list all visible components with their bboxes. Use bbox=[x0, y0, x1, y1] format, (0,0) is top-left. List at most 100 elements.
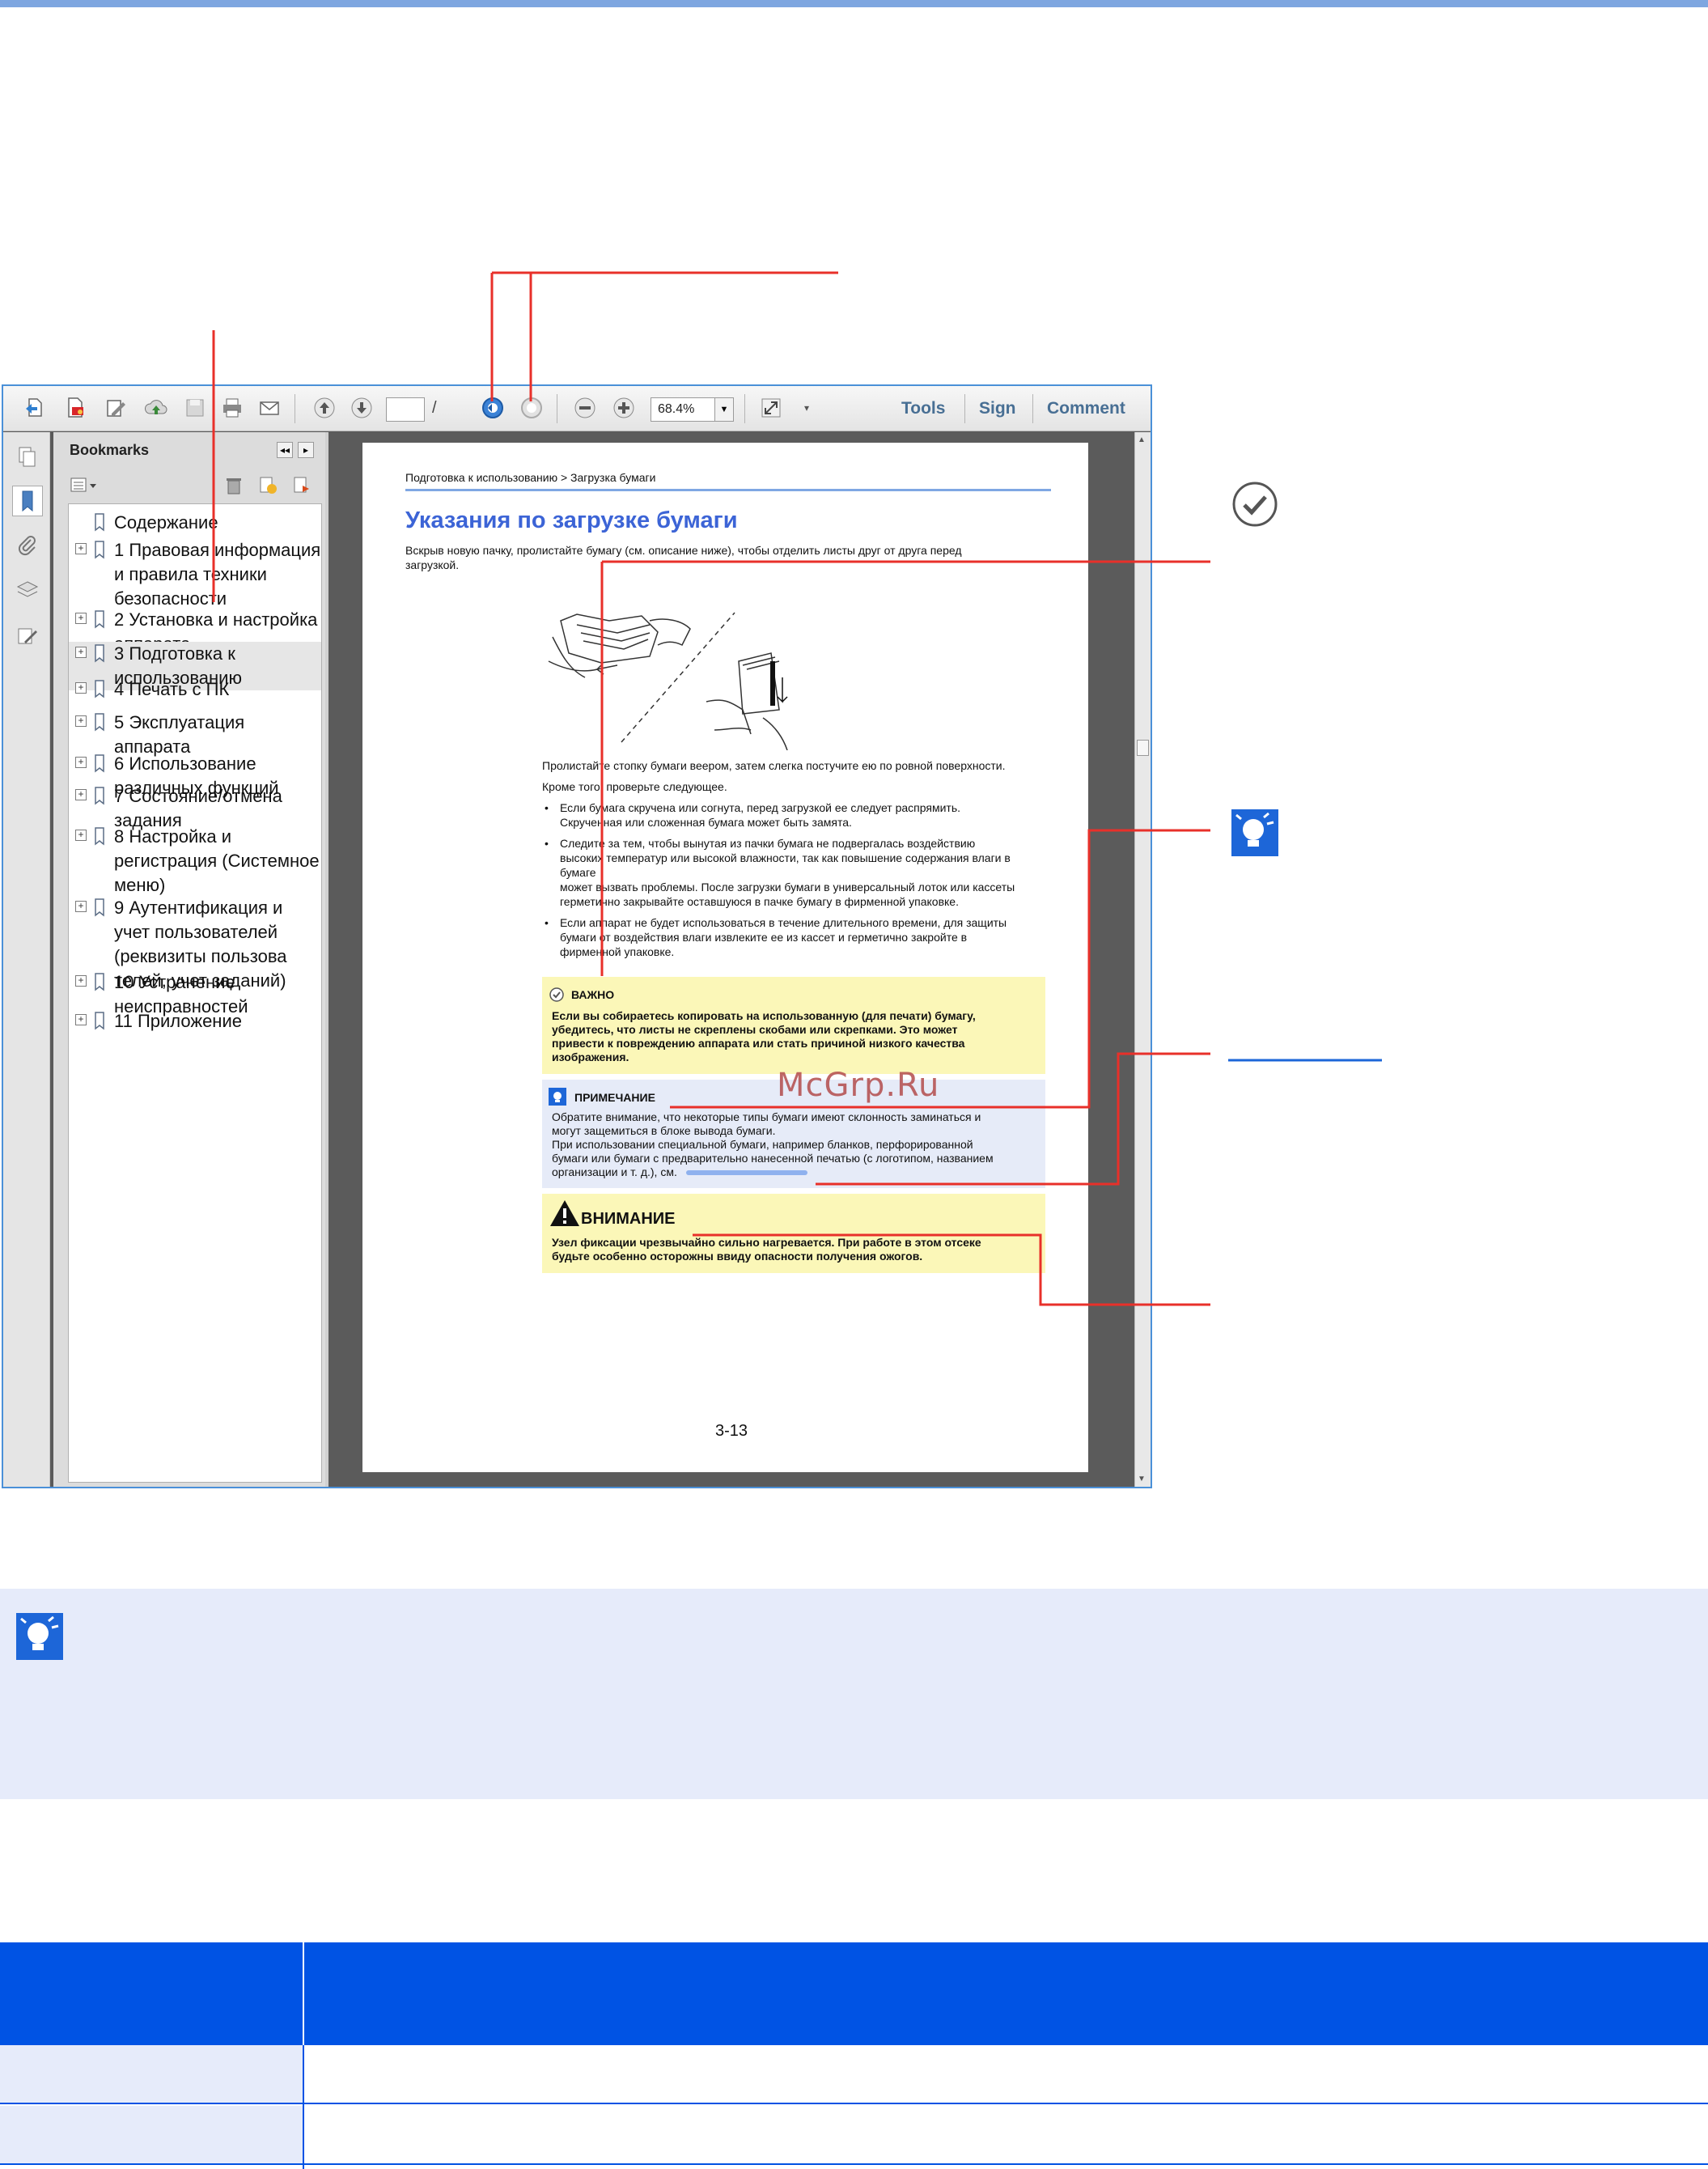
bookmark-item[interactable]: +11 Приложение bbox=[69, 1009, 321, 1034]
page-thumbnails-icon[interactable] bbox=[12, 442, 43, 473]
upload-icon[interactable] bbox=[142, 394, 170, 422]
toolbar-separator bbox=[744, 394, 745, 423]
important-line: Если вы собираетесь копировать на исполь… bbox=[552, 1009, 976, 1022]
expand-toggle-icon[interactable]: + bbox=[75, 682, 87, 694]
bullet-icon: • bbox=[545, 801, 549, 814]
expand-toggle-icon[interactable]: + bbox=[75, 715, 87, 727]
bookmark-icon bbox=[95, 680, 104, 698]
next-page-icon[interactable] bbox=[348, 394, 375, 422]
bookmark-label: 1 Правовая информация и правила техники … bbox=[114, 540, 321, 609]
bookmark-label: 11 Приложение bbox=[114, 1011, 242, 1031]
expand-toggle-icon[interactable]: + bbox=[75, 789, 87, 800]
new-bookmark-icon[interactable] bbox=[257, 474, 278, 499]
bookmark-icon bbox=[95, 513, 104, 532]
paper-fanning-illustration bbox=[548, 612, 788, 750]
bookmark-icon bbox=[95, 973, 104, 991]
save-icon[interactable] bbox=[181, 394, 209, 422]
check-circle-icon bbox=[1232, 482, 1278, 527]
expand-toggle-icon[interactable]: + bbox=[75, 613, 87, 624]
icon-description-table bbox=[0, 1942, 1708, 2169]
print-icon[interactable] bbox=[218, 394, 246, 422]
pdf-icon[interactable] bbox=[61, 394, 89, 422]
bullet-icon: • bbox=[545, 916, 549, 929]
zoom-level-input[interactable]: 68.4% bbox=[651, 397, 715, 422]
bookmark-item[interactable]: Содержание bbox=[69, 511, 321, 535]
bookmark-icon bbox=[95, 541, 104, 559]
bookmark-item[interactable]: +4 Печать с ПК bbox=[69, 677, 321, 702]
bullet-line: может вызвать проблемы. После загрузки б… bbox=[560, 881, 1015, 893]
bullet-line: высоких температур или высокой влажности… bbox=[560, 851, 1011, 864]
edit-icon[interactable] bbox=[102, 394, 129, 422]
expand-toggle-icon[interactable]: + bbox=[75, 757, 87, 768]
back-view-icon[interactable] bbox=[479, 394, 506, 422]
bookmark-icon bbox=[95, 1012, 104, 1030]
zoom-dropdown-button[interactable]: ▼ bbox=[714, 397, 734, 422]
table-row-label-cell bbox=[0, 2045, 303, 2104]
signatures-icon[interactable] bbox=[12, 620, 43, 651]
expand-toggle-icon[interactable]: + bbox=[75, 647, 87, 658]
attachments-icon[interactable] bbox=[12, 531, 43, 562]
expand-toggle-icon[interactable]: + bbox=[75, 830, 87, 841]
bookmark-icon bbox=[95, 898, 104, 917]
bookmark-icon bbox=[95, 787, 104, 805]
scroll-up-icon[interactable]: ▲ bbox=[1138, 435, 1146, 444]
important-title: ВАЖНО bbox=[571, 988, 615, 1001]
layers-icon[interactable] bbox=[12, 575, 43, 605]
check-circle-icon bbox=[549, 987, 564, 1002]
expand-bookmark-icon[interactable] bbox=[291, 474, 312, 499]
bookmark-item[interactable]: +8 Настройка и регистрация (Системное ме… bbox=[69, 825, 321, 898]
bookmarks-panel: Bookmarks ◂◂ ▸ Содержание +1 Правовая инф… bbox=[53, 432, 325, 1487]
comment-button[interactable]: Comment bbox=[1047, 399, 1125, 418]
note-line: бумаги или бумаги с предварительно нанес… bbox=[552, 1152, 994, 1165]
table-row-value-cell bbox=[304, 2106, 1708, 2165]
expand-toggle-icon[interactable]: + bbox=[75, 1014, 87, 1025]
vertical-scrollbar[interactable]: ▲ ▼ bbox=[1134, 432, 1151, 1487]
table-header-cell bbox=[304, 1942, 1708, 2045]
expand-toggle-icon[interactable]: + bbox=[75, 901, 87, 912]
more-tools-dropdown[interactable]: ▾ bbox=[793, 394, 820, 422]
forward-view-icon[interactable] bbox=[518, 394, 545, 422]
bookmarks-panel-icon[interactable] bbox=[12, 486, 43, 516]
zoom-in-icon[interactable] bbox=[610, 394, 638, 422]
delete-bookmark-icon[interactable] bbox=[223, 474, 244, 499]
bullet-line: бумаги от воздействия влаги извлеките ее… bbox=[560, 931, 968, 944]
bullet-line: бумаге bbox=[560, 866, 596, 879]
document-rule bbox=[405, 489, 1051, 491]
important-line: убедитесь, что листы не скреплены скобам… bbox=[552, 1023, 958, 1036]
toolbar-separator bbox=[1032, 394, 1033, 423]
zoom-out-icon[interactable] bbox=[571, 394, 599, 422]
email-icon[interactable] bbox=[256, 394, 283, 422]
toolbar: / 68.4% ▼ ▾ Tools Sign Comment bbox=[3, 386, 1151, 431]
expand-toggle-icon[interactable]: + bbox=[75, 543, 87, 554]
prev-page-icon[interactable] bbox=[311, 394, 338, 422]
open-icon[interactable] bbox=[21, 394, 49, 422]
bookmark-label: 8 Настройка и регистрация (Системное мен… bbox=[114, 826, 320, 895]
fan-instruction: Пролистайте стопку бумаги веером, затем … bbox=[542, 759, 1006, 772]
expand-toggle-icon[interactable]: + bbox=[75, 975, 87, 987]
expand-panel-icon[interactable]: ▸ bbox=[298, 442, 314, 458]
sign-button[interactable]: Sign bbox=[979, 399, 1016, 418]
lightbulb-note-icon bbox=[16, 1613, 63, 1660]
note-line: организации и т. д.), см. bbox=[552, 1165, 677, 1178]
toolbar-separator bbox=[964, 394, 965, 423]
fullscreen-icon[interactable] bbox=[757, 394, 785, 422]
tools-button[interactable]: Tools bbox=[901, 399, 945, 418]
bookmark-icon bbox=[95, 644, 104, 663]
page-number-input[interactable] bbox=[386, 397, 425, 422]
lightbulb-note-icon bbox=[1231, 809, 1278, 856]
bookmark-icon bbox=[95, 713, 104, 732]
bookmarks-tree: Содержание +1 Правовая информация и прави… bbox=[68, 503, 322, 1483]
navigation-pane-icons bbox=[3, 432, 50, 1487]
bullet-line: Если бумага скручена или согнута, перед … bbox=[560, 801, 961, 814]
bookmark-options-icon[interactable] bbox=[70, 476, 99, 495]
scroll-down-icon[interactable]: ▼ bbox=[1138, 1475, 1146, 1483]
note-line: могут защемиться в блоке вывода бумаги. bbox=[552, 1124, 776, 1137]
collapse-panel-icon[interactable]: ◂◂ bbox=[277, 442, 293, 458]
bullet-line: Если аппарат не будет использоваться в т… bbox=[560, 916, 1007, 929]
scrollbar-thumb[interactable] bbox=[1137, 740, 1149, 756]
bookmark-item[interactable]: +1 Правовая информация и правила техники… bbox=[69, 538, 321, 611]
pdf-viewer-window: / 68.4% ▼ ▾ Tools Sign Comment Bookmarks… bbox=[2, 384, 1152, 1488]
table-divider bbox=[303, 2045, 304, 2169]
warning-title: ВНИМАНИЕ bbox=[581, 1210, 676, 1228]
cross-reference-link[interactable] bbox=[686, 1170, 807, 1175]
